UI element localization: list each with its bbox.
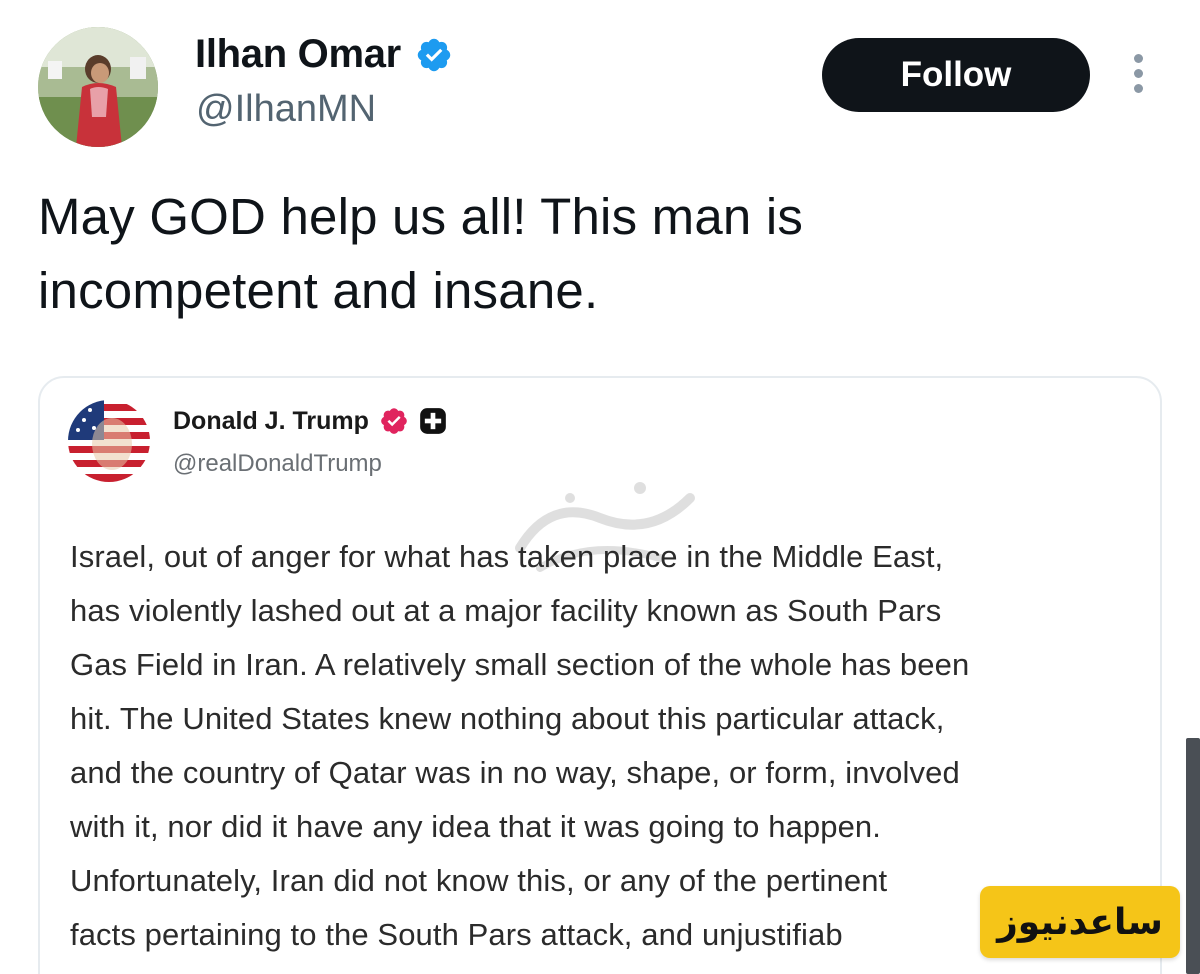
brand-logo: ساعدنیوز: [980, 886, 1180, 958]
quoted-post-text-line: Gas Field in Iran. A relatively small se…: [70, 647, 970, 682]
tweet-text: May GOD help us all! This man is incompe…: [38, 180, 1158, 328]
more-options-icon[interactable]: [1128, 54, 1148, 98]
plus-badge-icon: [420, 408, 446, 434]
quoted-post-card[interactable]: Donald J. Trump @realDonaldTrump Israel,…: [38, 376, 1162, 974]
author-display-name[interactable]: Ilhan Omar: [195, 32, 401, 77]
quoted-author-avatar-image: [68, 400, 150, 482]
quoted-post-text-line: with it, nor did it have any idea that i…: [70, 809, 881, 844]
quoted-author-display-name[interactable]: Donald J. Trump: [173, 407, 369, 436]
quoted-post-text-line: and the country of Qatar was in no way, …: [70, 755, 960, 790]
verified-badge-icon: [417, 38, 451, 71]
scrollbar[interactable]: [1186, 738, 1200, 974]
author-avatar-image: [38, 27, 158, 147]
author-name-row: Ilhan Omar: [195, 32, 453, 77]
tweet-text-line: incompetent and insane.: [38, 262, 599, 319]
brand-logo-text: ساعدنیوز: [997, 901, 1163, 943]
quoted-post-text-line: Israel, out of anger for what has taken …: [70, 539, 944, 574]
quoted-author-name-row: Donald J. Trump: [173, 406, 447, 436]
verified-badge-icon: [381, 408, 407, 434]
quoted-author-avatar[interactable]: [68, 400, 150, 482]
author-handle[interactable]: @IlhanMN: [196, 88, 376, 131]
quoted-author-handle[interactable]: @realDonaldTrump: [173, 450, 382, 478]
follow-button[interactable]: Follow: [822, 38, 1090, 112]
quoted-post-text-line: hit. The United States knew nothing abou…: [70, 701, 945, 736]
author-avatar[interactable]: [38, 27, 158, 147]
tweet-text-line: May GOD help us all! This man is: [38, 188, 804, 245]
quoted-post-text-line: has violently lashed out at a major faci…: [70, 593, 942, 628]
tweet-screenshot: Ilhan Omar @IlhanMN Follow May GOD help …: [0, 0, 1200, 974]
